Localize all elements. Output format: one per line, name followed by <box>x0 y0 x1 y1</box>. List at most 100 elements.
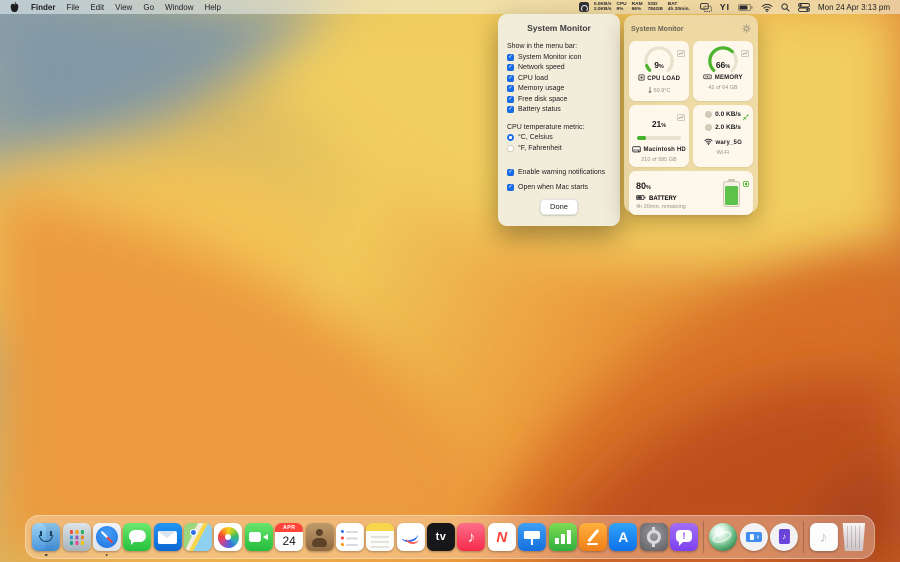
disk-card: 21% Macintosh HD 210 of 995 GB <box>629 105 689 167</box>
settings-icon <box>640 523 668 551</box>
battery-small-icon <box>636 195 646 202</box>
menu-bar-clock[interactable]: Mon 24 Apr 3:13 pm <box>818 3 890 12</box>
apple-logo-icon[interactable] <box>10 2 19 13</box>
screen-mirroring-icon[interactable] <box>700 3 712 12</box>
dock-musicdoc[interactable] <box>770 523 798 551</box>
radio-button[interactable] <box>507 145 514 152</box>
dock-freeform[interactable] <box>397 523 425 551</box>
menu-file[interactable]: File <box>66 3 79 12</box>
dock-trash[interactable] <box>840 523 868 551</box>
checkbox-label: Enable warning notifications <box>518 169 605 176</box>
gear-icon[interactable] <box>742 20 751 38</box>
dock-launchpad[interactable] <box>63 523 91 551</box>
radio-row[interactable]: °C, Celsius <box>507 134 611 141</box>
checkbox[interactable] <box>507 96 514 103</box>
checkbox-row[interactable]: Enable warning notifications <box>507 169 611 176</box>
dock-maps[interactable] <box>184 523 212 551</box>
dock-pages[interactable] <box>579 523 607 551</box>
wifi-small-icon <box>704 138 713 147</box>
dock-divider <box>803 521 804 553</box>
menu-help[interactable]: Help <box>204 3 220 12</box>
dock-divider <box>703 521 704 553</box>
dock-numbers[interactable] <box>549 523 577 551</box>
checkbox-label: Open when Mac starts <box>518 184 588 191</box>
dock-keynote[interactable] <box>518 523 546 551</box>
dock-appletv[interactable] <box>427 523 455 551</box>
thermometer-icon <box>648 86 652 96</box>
menu-window[interactable]: Window <box>165 3 193 12</box>
battery-icon[interactable] <box>738 4 753 11</box>
dock-globe[interactable] <box>709 523 737 551</box>
launchpad-icon <box>63 523 91 551</box>
network-arrows-icon[interactable] <box>742 108 749 126</box>
network-type: Wi-Fi <box>717 150 730 156</box>
menu-go[interactable]: Go <box>143 3 154 12</box>
checkbox[interactable] <box>507 85 514 92</box>
chart-toggle-icon[interactable] <box>741 44 749 62</box>
checkbox[interactable] <box>507 75 514 82</box>
checkbox[interactable] <box>507 54 514 61</box>
checkbox-row[interactable]: CPU load <box>507 75 611 82</box>
radio-row[interactable]: °F, Fahrenheit <box>507 145 611 152</box>
cpu-card: 9% CPU LOAD 50.9°C <box>629 41 689 101</box>
search-icon[interactable] <box>781 3 790 12</box>
menu-finder[interactable]: Finder <box>31 3 55 12</box>
checkbox-row[interactable]: Memory usage <box>507 85 611 92</box>
done-button[interactable]: Done <box>540 199 578 215</box>
memory-card: 66% MEMORY 42 of 64 GB <box>693 41 753 101</box>
radio-button[interactable] <box>507 134 514 141</box>
dock-music[interactable] <box>457 523 485 551</box>
checkbox[interactable] <box>507 106 514 113</box>
battery-graphic <box>722 179 740 208</box>
dock-notes[interactable] <box>366 523 394 551</box>
dock-safari[interactable] <box>93 523 121 551</box>
checkbox[interactable] <box>507 64 514 71</box>
stat-column: SSD784GB <box>648 2 663 13</box>
dock-appstore[interactable] <box>609 523 637 551</box>
dock-feedback[interactable] <box>670 523 698 551</box>
menu-view[interactable]: View <box>115 3 132 12</box>
checkbox-label: Network speed <box>518 64 565 71</box>
dock-musicfile[interactable] <box>810 523 838 551</box>
checkbox-row[interactable]: System Monitor icon <box>507 54 611 61</box>
calendar-day: 24 <box>275 532 303 552</box>
screenrec-icon <box>740 523 768 551</box>
contacts-icon <box>306 523 334 551</box>
checkbox-row[interactable]: Battery status <box>507 106 611 113</box>
stat-column: RAM66% <box>632 2 643 13</box>
wifi-icon[interactable] <box>761 3 773 12</box>
globe-icon <box>709 523 737 551</box>
dock-photos[interactable] <box>214 523 242 551</box>
control-center-icon[interactable] <box>798 3 810 12</box>
radio-label: °F, Fahrenheit <box>518 145 562 152</box>
network-ssid: wary_5G <box>716 140 742 146</box>
system-monitor-menu-extra[interactable]: 0.0KB/s2.0KB/sCPU9%RAM66%SSD784GBBAT4h 2… <box>579 2 690 13</box>
checkbox-row[interactable]: Network speed <box>507 64 611 71</box>
dock-reminders[interactable] <box>336 523 364 551</box>
checkbox-row[interactable]: Free disk space <box>507 96 611 103</box>
battery-widget-icon[interactable] <box>743 174 749 192</box>
dock-facetime[interactable] <box>245 523 273 551</box>
dock-screenrec[interactable] <box>740 523 768 551</box>
numbers-icon <box>549 523 577 551</box>
checkbox-label: Memory usage <box>518 85 564 92</box>
checkbox-row[interactable]: Open when Mac starts <box>507 184 611 191</box>
dock-mail[interactable] <box>154 523 182 551</box>
radio-label: °C, Celsius <box>518 134 553 141</box>
dock-contacts[interactable] <box>306 523 334 551</box>
checkbox[interactable] <box>507 184 514 191</box>
stat-column: BAT4h 20min. <box>668 2 690 13</box>
dock-calendar[interactable]: APR24 <box>275 523 303 551</box>
dock-finder[interactable] <box>32 523 60 551</box>
yi-menu-extra[interactable]: YI <box>720 2 730 12</box>
download-arrow-icon: ↓ <box>705 124 712 131</box>
chart-toggle-icon[interactable] <box>677 108 685 126</box>
dock-news[interactable] <box>488 523 516 551</box>
musicfile-icon <box>810 523 838 551</box>
chart-toggle-icon[interactable] <box>677 44 685 62</box>
dock-messages[interactable] <box>123 523 151 551</box>
menu-bar: FinderFileEditViewGoWindowHelp 0.0KB/s2.… <box>0 0 900 14</box>
checkbox[interactable] <box>507 169 514 176</box>
menu-edit[interactable]: Edit <box>90 3 104 12</box>
dock-settings[interactable] <box>640 523 668 551</box>
